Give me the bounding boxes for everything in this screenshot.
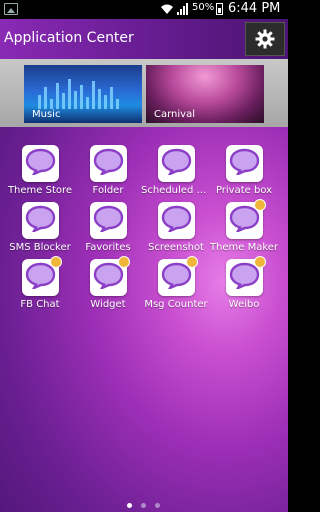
chat-bubble-icon xyxy=(22,145,59,182)
app-weibo[interactable]: Weibo xyxy=(209,249,279,311)
app-theme-store[interactable]: Theme Store xyxy=(5,135,75,197)
chat-bubble-icon xyxy=(158,145,195,182)
download-badge-icon xyxy=(254,256,266,268)
page-indicator xyxy=(0,501,288,511)
wifi-icon xyxy=(161,4,173,14)
app-sms-blocker[interactable]: SMS Blocker xyxy=(5,192,75,254)
chat-bubble-icon xyxy=(226,199,266,239)
app-scheduled-messages[interactable]: Scheduled m... xyxy=(141,135,211,197)
app-widget[interactable]: Widget xyxy=(73,249,143,311)
carnival-banner[interactable]: Carnival xyxy=(146,65,264,123)
chat-bubble-icon xyxy=(158,256,198,296)
gear-icon xyxy=(255,29,275,49)
chat-bubble-icon xyxy=(22,256,62,296)
banner-label: Music xyxy=(32,109,61,120)
page-dot-3[interactable] xyxy=(155,503,160,508)
app-fb-chat[interactable]: FB Chat xyxy=(5,249,75,311)
app-screenshot[interactable]: Screenshot xyxy=(141,192,211,254)
chat-bubble-icon xyxy=(90,202,127,239)
music-banner[interactable]: Music xyxy=(24,65,142,123)
chat-bubble-icon xyxy=(90,256,130,296)
app-label: Msg Counter xyxy=(144,299,208,310)
status-bar: 50% 6:44 PM xyxy=(0,0,288,19)
status-time: 6:44 PM xyxy=(228,1,281,16)
signal-icon xyxy=(176,3,190,15)
featured-banner-strip: Music Carnival xyxy=(0,59,288,127)
chat-bubble-icon xyxy=(22,202,59,239)
app-theme-maker[interactable]: Theme Maker xyxy=(209,192,279,254)
page-title: Application Center xyxy=(4,30,134,46)
download-badge-icon xyxy=(50,256,62,268)
app-favorites[interactable]: Favorites xyxy=(73,192,143,254)
app-label: Weibo xyxy=(228,299,260,310)
settings-button[interactable] xyxy=(245,22,285,56)
page-dot-1[interactable] xyxy=(127,503,132,508)
banner-label: Carnival xyxy=(154,109,195,120)
chat-bubble-icon xyxy=(158,202,195,239)
app-folder[interactable]: Folder xyxy=(73,135,143,197)
chat-bubble-icon xyxy=(226,256,266,296)
app-label: Widget xyxy=(90,299,126,310)
page-dot-2[interactable] xyxy=(141,503,146,508)
app-label: FB Chat xyxy=(20,299,60,310)
download-badge-icon xyxy=(118,256,130,268)
chat-bubble-icon xyxy=(90,145,127,182)
application-center-screen: 50% 6:44 PM Application Center Music Car… xyxy=(0,0,288,512)
chat-bubble-icon xyxy=(226,145,263,182)
battery-icon xyxy=(216,3,223,15)
download-badge-icon xyxy=(254,199,266,211)
battery-percent: 50% xyxy=(192,2,215,13)
app-private-box[interactable]: Private box xyxy=(209,135,279,197)
app-header: Application Center xyxy=(0,19,288,59)
download-badge-icon xyxy=(186,256,198,268)
gallery-notification-icon xyxy=(4,3,18,15)
app-msg-counter[interactable]: Msg Counter xyxy=(141,249,211,311)
